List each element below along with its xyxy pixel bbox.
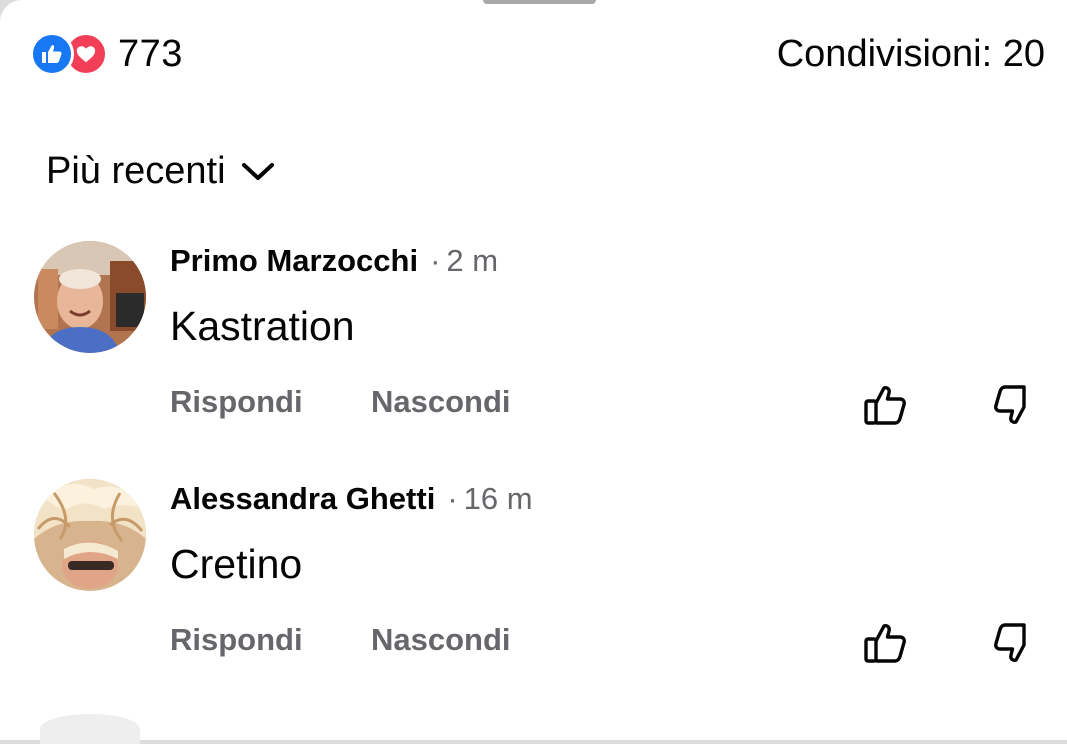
reply-button[interactable]: Rispondi xyxy=(170,384,303,420)
reaction-count: 773 xyxy=(118,32,183,75)
reply-button[interactable]: Rispondi xyxy=(170,622,303,658)
comments-sheet: 773 Condivisioni: 20 Più recenti Primo M… xyxy=(0,0,1067,744)
comment-text: Kastration xyxy=(170,303,355,349)
sort-label: Più recenti xyxy=(46,150,226,192)
chevron-down-icon xyxy=(240,160,276,184)
thumbs-up-icon[interactable] xyxy=(862,619,910,667)
comment-text: Cretino xyxy=(170,541,303,587)
shares-count[interactable]: Condivisioni: 20 xyxy=(777,30,1045,78)
hide-button[interactable]: Nascondi xyxy=(371,622,511,658)
thumbs-up-icon[interactable] xyxy=(862,381,910,429)
like-icon xyxy=(30,32,74,76)
comment-header: Primo Marzocchi · 2 m xyxy=(170,243,498,279)
thumbs-down-icon[interactable] xyxy=(986,381,1034,429)
comment-author[interactable]: Primo Marzocchi xyxy=(170,243,418,279)
reactions-summary[interactable]: 773 xyxy=(30,30,183,78)
comment-time: 16 m xyxy=(463,481,533,516)
separator-dot: · xyxy=(430,243,441,278)
avatar[interactable] xyxy=(34,479,146,591)
comment-author[interactable]: Alessandra Ghetti xyxy=(170,481,435,517)
separator-dot: · xyxy=(447,481,458,516)
avatar[interactable] xyxy=(34,241,146,353)
comment-item: Primo Marzocchi · 2 m Kastration Rispond… xyxy=(0,241,1067,441)
thumbs-down-icon[interactable] xyxy=(986,619,1034,667)
comment-time: 2 m xyxy=(446,243,499,278)
hide-button[interactable]: Nascondi xyxy=(371,384,511,420)
sheet-drag-handle[interactable] xyxy=(483,0,596,4)
comment-header: Alessandra Ghetti · 16 m xyxy=(170,481,533,517)
comment-item: Alessandra Ghetti · 16 m Cretino Rispond… xyxy=(0,479,1067,679)
sort-dropdown[interactable]: Più recenti xyxy=(46,150,276,193)
